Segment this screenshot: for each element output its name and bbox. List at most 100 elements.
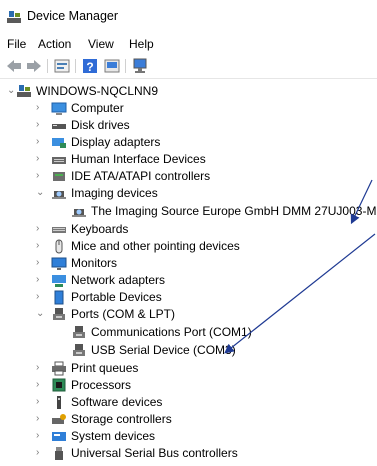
tree-item-ports[interactable]: ⌄ Ports (COM & LPT) [0,306,377,323]
device-manager-icon [6,10,22,24]
window-title: Device Manager [27,9,119,23]
tree-item-network-adapters[interactable]: › Network adapters [0,272,377,289]
chevron-right-icon[interactable]: › [36,224,46,234]
svg-text:?: ? [86,60,93,74]
title-bar: Device Manager [0,0,377,34]
tree-item-label: Monitors [71,256,118,270]
software-device-icon [51,395,67,410]
menu-view[interactable]: View [88,37,114,51]
tree-item-label: Software devices [71,395,163,409]
chevron-right-icon[interactable]: › [36,137,46,147]
chevron-right-icon[interactable]: › [36,103,46,113]
tree-item-label: Processors [71,378,132,392]
tree-item-display-adapters[interactable]: › Display adapters [0,134,377,151]
chevron-right-icon[interactable]: › [36,241,46,251]
tree-item-imaging-source-camera[interactable]: The Imaging Source Europe GmbH DMM 27UJ0… [0,203,377,220]
tree-item-label: System devices [71,429,156,443]
tree-root-label: WINDOWS-NQCLNN9 [36,84,158,98]
chevron-right-icon[interactable]: › [36,448,46,458]
chevron-right-icon[interactable]: › [36,275,46,285]
tree-item-usb-serial-com3[interactable]: USB Serial Device (COM3) [0,342,377,359]
hid-icon [51,152,67,167]
tree-item-processors[interactable]: › Processors [0,377,377,394]
chevron-right-icon[interactable]: › [36,171,46,181]
ide-controller-icon [51,169,67,184]
tree-item-portable-devices[interactable]: › Portable Devices [0,289,377,306]
tree-item-label: The Imaging Source Europe GmbH DMM 27UJ0… [91,204,377,218]
printer-icon [51,361,67,376]
properties-icon[interactable] [53,57,71,75]
scan-hardware-icon[interactable] [131,57,149,75]
chevron-right-icon[interactable]: › [36,154,46,164]
tree-item-label: Storage controllers [71,412,172,426]
tree-item-label: Keyboards [71,222,129,236]
tree-item-software-devices[interactable]: › Software devices [0,394,377,411]
chevron-right-icon[interactable]: › [36,431,46,441]
tree-item-label: Print queues [71,361,139,375]
menu-bar: File Action View Help [0,34,377,54]
tree-item-system-devices[interactable]: › System devices [0,428,377,445]
forward-icon[interactable] [25,57,43,75]
chevron-right-icon[interactable]: › [36,397,46,407]
tree-item-label: USB Serial Device (COM3) [91,343,236,357]
tree-item-monitors[interactable]: › Monitors [0,255,377,272]
chevron-right-icon[interactable]: › [36,292,46,302]
tree-root[interactable]: ⌄ WINDOWS-NQCLNN9 [0,83,377,100]
computer-root-icon [16,84,32,99]
chevron-right-icon[interactable]: › [36,258,46,268]
tree-item-storage-controllers[interactable]: › Storage controllers [0,411,377,428]
update-driver-icon[interactable] [103,57,121,75]
processor-icon [51,378,67,393]
tree-item-label: Network adapters [71,273,166,287]
toolbar: ? [0,54,377,79]
portable-device-icon [51,290,67,305]
tree-item-label: Computer [71,101,124,115]
port-icon [71,343,87,358]
back-icon[interactable] [5,57,23,75]
tree-item-hid[interactable]: › Human Interface Devices [0,151,377,168]
port-icon [71,325,87,340]
network-adapter-icon [51,273,67,288]
menu-file[interactable]: File [7,37,26,51]
port-icon [51,307,67,322]
storage-controller-icon [51,412,67,427]
camera-icon [71,204,87,219]
computer-icon [51,101,67,116]
toolbar-separator [75,59,76,73]
tree-item-print-queues[interactable]: › Print queues [0,360,377,377]
tree-item-label: Ports (COM & LPT) [71,307,176,321]
tree-item-label: Display adapters [71,135,161,149]
chevron-down-icon[interactable]: ⌄ [36,188,46,198]
chevron-right-icon[interactable]: › [36,414,46,424]
tree-item-mice[interactable]: › Mice and other pointing devices [0,238,377,255]
tree-item-keyboards[interactable]: › Keyboards [0,221,377,238]
tree-item-computer[interactable]: › Computer [0,100,377,117]
keyboard-icon [51,222,67,237]
monitor-icon [51,256,67,271]
system-device-icon [51,429,67,444]
tree-item-label: Universal Serial Bus controllers [71,446,238,460]
chevron-right-icon[interactable]: › [36,363,46,373]
menu-help[interactable]: Help [129,37,154,51]
chevron-right-icon[interactable]: › [36,380,46,390]
camera-icon [51,186,67,201]
usb-icon [51,446,67,461]
tree-item-imaging-devices[interactable]: ⌄ Imaging devices [0,185,377,202]
tree-item-com1[interactable]: Communications Port (COM1) [0,324,377,341]
menu-action[interactable]: Action [38,37,71,51]
mouse-icon [51,239,67,254]
tree-item-usb-controllers[interactable]: › Universal Serial Bus controllers [0,445,377,462]
toolbar-separator [47,59,48,73]
disk-drive-icon [51,118,67,133]
toolbar-separator [125,59,126,73]
tree-item-label: Communications Port (COM1) [91,325,252,339]
tree-item-label: Disk drives [71,118,130,132]
tree-item-disk-drives[interactable]: › Disk drives [0,117,377,134]
chevron-down-icon[interactable]: ⌄ [36,309,46,319]
tree-item-label: Portable Devices [71,290,162,304]
chevron-right-icon[interactable]: › [36,120,46,130]
tree-item-ide-controllers[interactable]: › IDE ATA/ATAPI controllers [0,168,377,185]
tree-item-label: Mice and other pointing devices [71,239,240,253]
help-icon[interactable]: ? [81,57,99,75]
tree-item-label: Imaging devices [71,186,158,200]
